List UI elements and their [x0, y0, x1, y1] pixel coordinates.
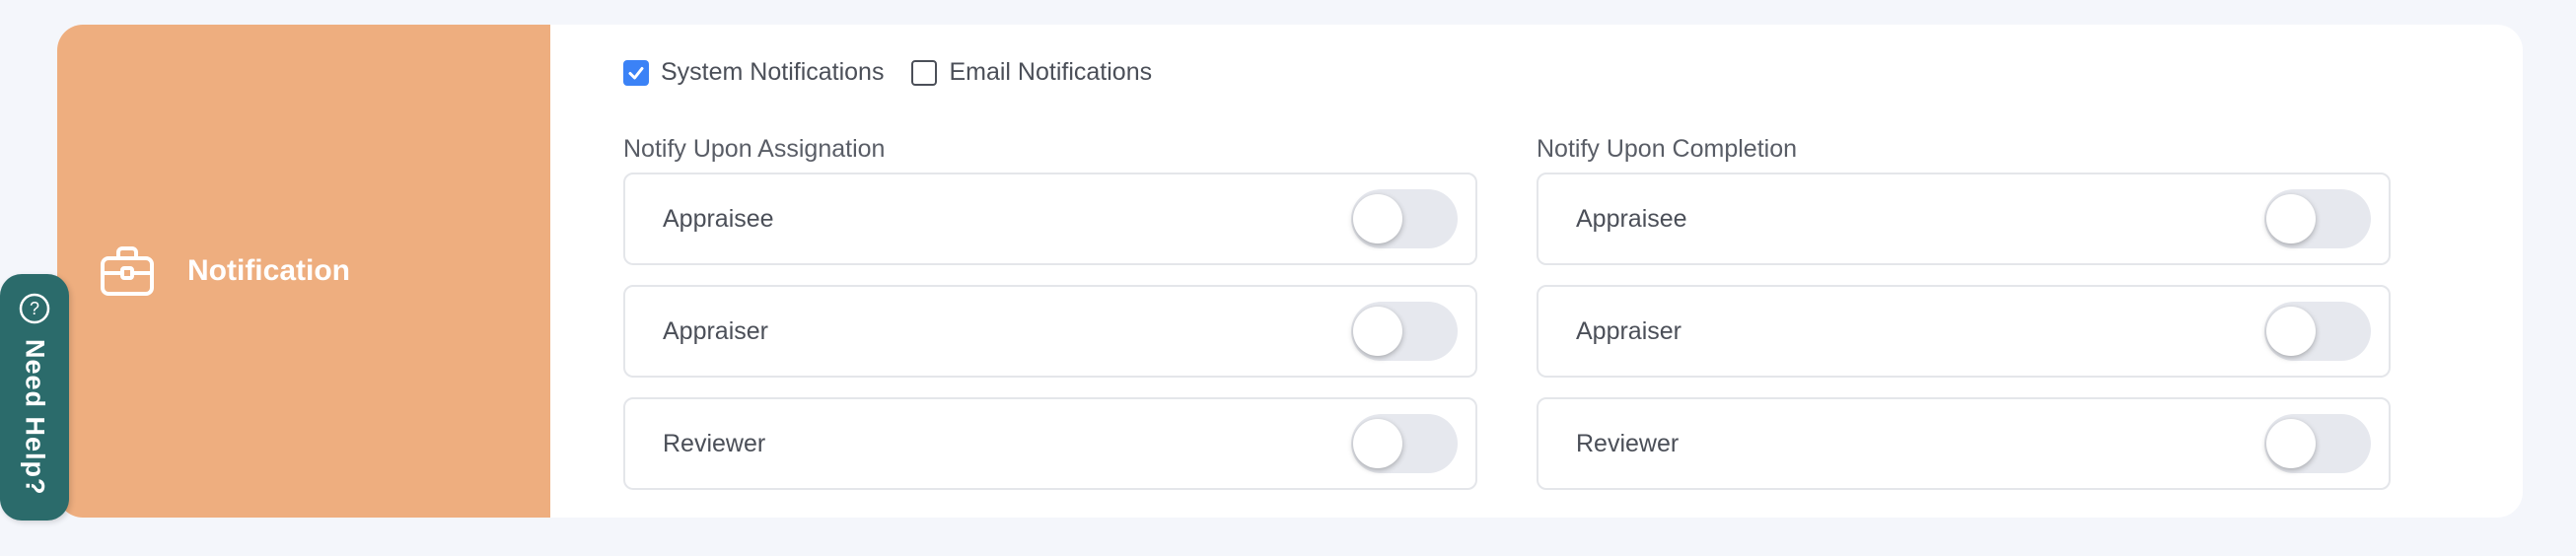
checkbox-checked-icon[interactable] — [623, 59, 649, 86]
toggle-knob — [1353, 194, 1402, 243]
briefcase-icon — [101, 246, 154, 296]
need-help-label: Need Help? — [20, 339, 50, 496]
completion-appraiser-row: Appraiser — [1537, 285, 2391, 378]
panel-title: Notification — [187, 254, 350, 287]
completion-group: Notify Upon Completion Appraisee Apprais… — [1537, 135, 2391, 490]
email-notifications-label: Email Notifications — [949, 58, 1153, 86]
notification-settings: System Notifications Email Notifications… — [550, 25, 2523, 518]
row-label: Reviewer — [663, 429, 766, 457]
completion-reviewer-toggle[interactable] — [2264, 414, 2371, 473]
assignation-appraiser-row: Appraiser — [623, 285, 1477, 378]
toggle-knob — [2266, 419, 2316, 468]
completion-appraisee-row: Appraisee — [1537, 173, 2391, 265]
toggle-knob — [2266, 307, 2316, 356]
completion-heading: Notify Upon Completion — [1537, 135, 1798, 163]
toggle-knob — [2266, 194, 2316, 243]
completion-reviewer-row: Reviewer — [1537, 397, 2391, 490]
assignation-reviewer-toggle[interactable] — [1351, 414, 1458, 473]
assignation-heading: Notify Upon Assignation — [623, 135, 886, 163]
row-label: Appraisee — [1576, 204, 1687, 233]
assignation-appraisee-row: Appraisee — [623, 173, 1477, 265]
question-circle-icon: ? — [19, 293, 50, 324]
row-label: Appraiser — [663, 316, 768, 345]
need-help-button[interactable]: ? Need Help? — [0, 274, 69, 521]
system-notifications-checkbox[interactable]: System Notifications — [623, 58, 884, 87]
completion-appraiser-toggle[interactable] — [2264, 302, 2371, 361]
toggle-knob — [1353, 307, 1402, 356]
assignation-appraisee-toggle[interactable] — [1351, 189, 1458, 248]
completion-appraisee-toggle[interactable] — [2264, 189, 2371, 248]
channel-checkboxes: System Notifications Email Notifications — [623, 58, 1180, 87]
notification-card: Notification System Notifications Email … — [57, 25, 2523, 518]
checkbox-unchecked-icon[interactable] — [911, 59, 938, 86]
notification-side-panel: Notification — [57, 25, 550, 518]
row-label: Appraisee — [663, 204, 774, 233]
svg-text:?: ? — [30, 299, 39, 318]
assignation-group: Notify Upon Assignation Appraisee Apprai… — [623, 135, 1477, 490]
system-notifications-label: System Notifications — [661, 58, 885, 86]
row-label: Reviewer — [1576, 429, 1680, 457]
assignation-reviewer-row: Reviewer — [623, 397, 1477, 490]
email-notifications-checkbox[interactable]: Email Notifications — [911, 58, 1152, 87]
assignation-appraiser-toggle[interactable] — [1351, 302, 1458, 361]
row-label: Appraiser — [1576, 316, 1682, 345]
toggle-knob — [1353, 419, 1402, 468]
